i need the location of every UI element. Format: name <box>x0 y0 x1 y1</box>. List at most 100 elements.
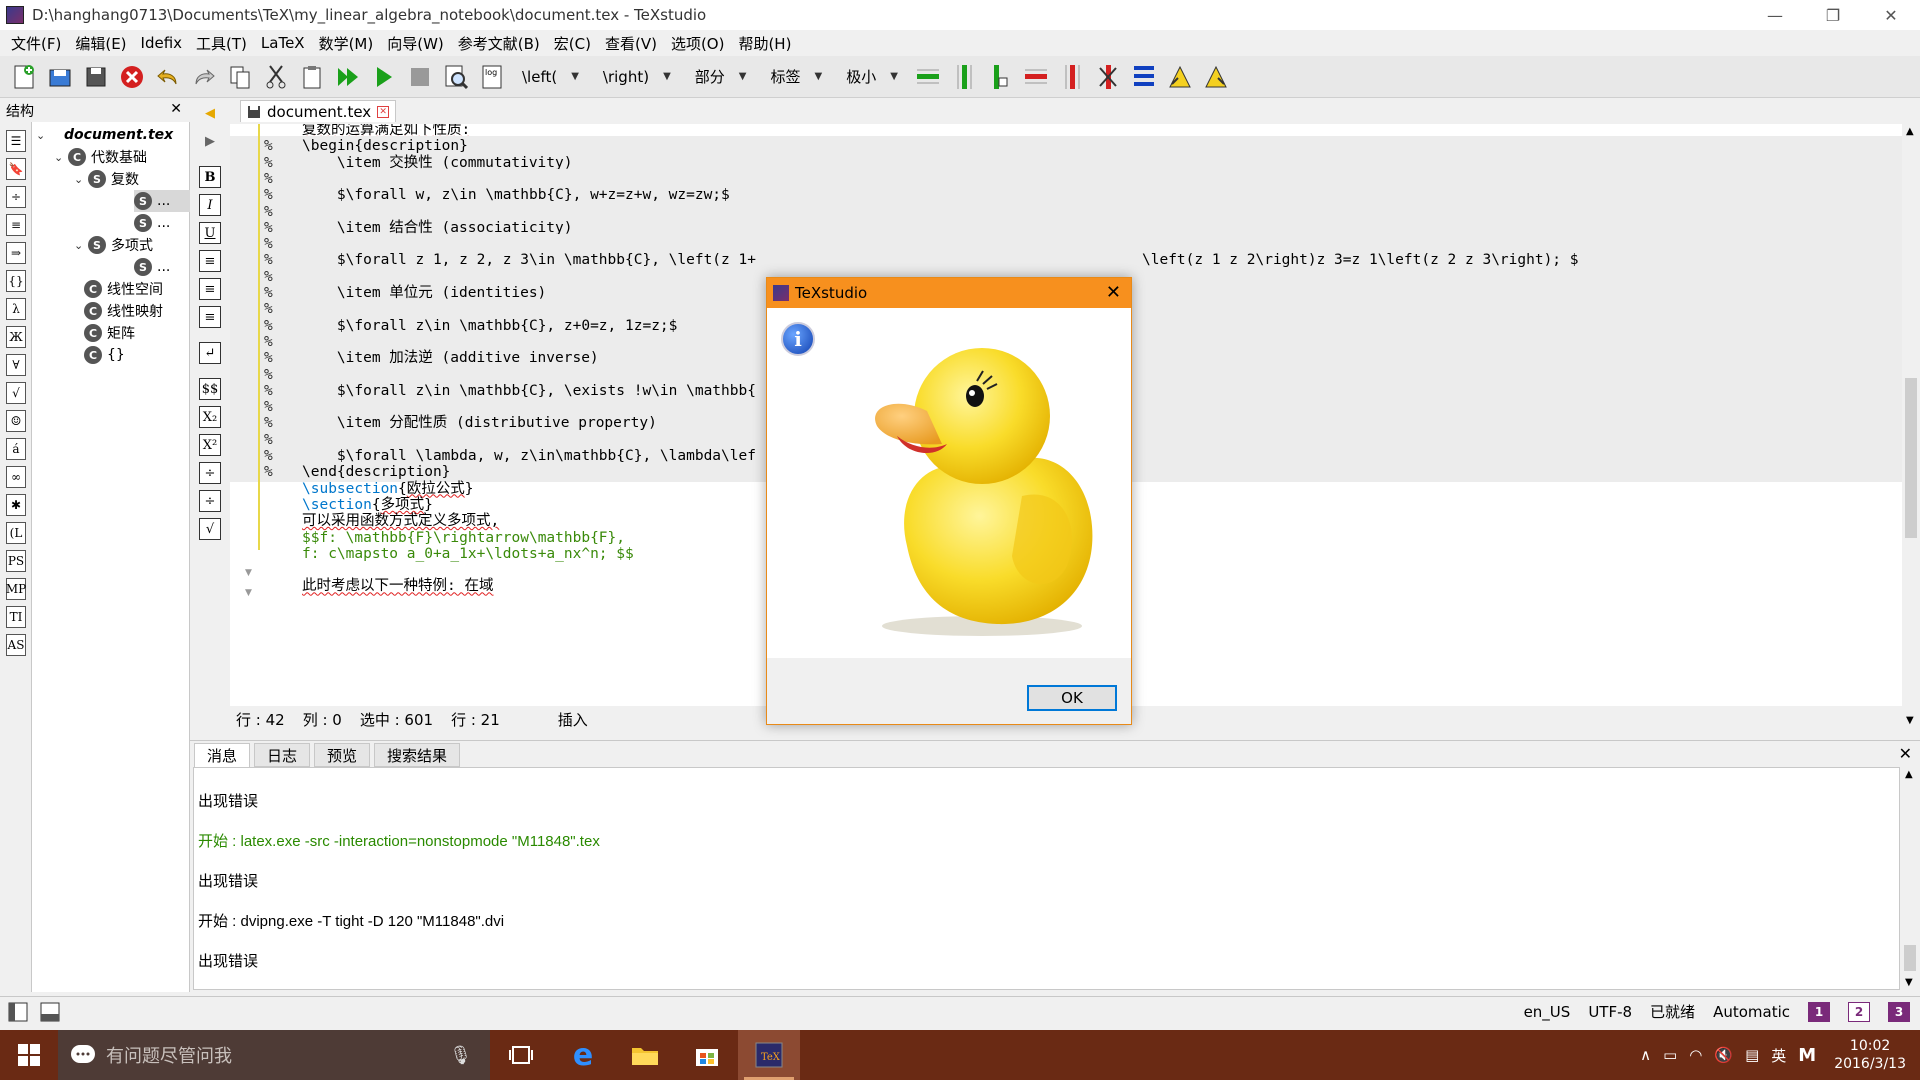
scroll-up-icon[interactable]: ▲ <box>1905 769 1913 780</box>
tree-item-subsubsection[interactable]: S... <box>134 190 190 212</box>
reference-select[interactable]: 标签 ▼ <box>760 62 832 92</box>
table-add-row-button[interactable] <box>912 61 944 93</box>
arrow-right-icon[interactable]: ▶ <box>199 130 221 152</box>
fold-triangle-icon[interactable]: ▼ <box>245 588 252 598</box>
mode-indicator[interactable]: Automatic <box>1713 1003 1790 1021</box>
bookmarks-icon[interactable]: 🔖 <box>6 158 26 180</box>
menu-file[interactable]: 文件(F) <box>4 33 68 54</box>
scroll-up-icon[interactable]: ▲ <box>1906 126 1914 137</box>
tree-item-subsubsection[interactable]: S... <box>134 256 170 278</box>
structure-view-icon[interactable]: ☰ <box>6 130 26 152</box>
ime-mode-indicator[interactable]: M <box>1798 1045 1816 1066</box>
menu-macros[interactable]: 宏(C) <box>547 33 598 54</box>
metapost-icon[interactable]: MP <box>6 578 26 600</box>
sectioning-select[interactable]: 部分 ▼ <box>685 62 757 92</box>
table-cut-column-button[interactable] <box>1092 61 1124 93</box>
wifi-icon[interactable]: ◠ <box>1689 1046 1702 1064</box>
build-view-button[interactable] <box>332 61 364 93</box>
misc-math-icon[interactable]: ∀ <box>6 354 26 376</box>
compile-button[interactable] <box>368 61 400 93</box>
accent-icon[interactable]: á <box>6 438 26 460</box>
newline-icon[interactable]: ↵ <box>199 342 221 364</box>
encoding-indicator[interactable]: UTF-8 <box>1588 1003 1632 1021</box>
maximize-button[interactable]: ❐ <box>1804 0 1862 30</box>
tree-item-subsection[interactable]: ⌄ S 复数 <box>74 168 139 190</box>
dialog-close-button[interactable]: ✕ <box>1106 282 1121 303</box>
toggle-structure-icon[interactable] <box>8 1002 28 1022</box>
table-add-column-button[interactable] <box>948 61 980 93</box>
menu-help[interactable]: 帮助(H) <box>731 33 798 54</box>
close-window-button[interactable]: ✕ <box>1862 0 1920 30</box>
microphone-icon[interactable]: 🎙 <box>449 1045 472 1066</box>
minimize-button[interactable]: — <box>1746 0 1804 30</box>
asymptote-icon[interactable]: AS <box>6 634 26 656</box>
taskbar-texstudio[interactable]: TeX <box>738 1030 800 1080</box>
menu-options[interactable]: 选项(O) <box>664 33 732 54</box>
copy-button[interactable] <box>224 61 256 93</box>
tree-item-document[interactable]: ⌄ document.tex <box>36 124 173 146</box>
menu-edit[interactable]: 编辑(E) <box>68 33 133 54</box>
scroll-down-icon[interactable]: ▼ <box>1905 977 1913 988</box>
tree-item-subsubsection[interactable]: S... <box>134 212 170 234</box>
editor-scrollbar[interactable]: ▲ ▼ <box>1902 124 1920 728</box>
scroll-down-icon[interactable]: ▼ <box>1906 715 1914 726</box>
infinity-icon[interactable]: ∞ <box>6 466 26 488</box>
cyrillic-icon[interactable]: Ж <box>6 326 26 348</box>
arrows-icon[interactable]: ⇒ <box>6 242 26 264</box>
menu-tools[interactable]: 工具(T) <box>189 33 254 54</box>
tree-item-section[interactable]: ⌄ C 代数基础 <box>54 146 147 168</box>
undo-button[interactable] <box>152 61 184 93</box>
battery-icon[interactable]: ▭ <box>1663 1046 1677 1064</box>
start-button[interactable] <box>0 1030 58 1080</box>
italic-icon[interactable]: I <box>199 194 221 216</box>
tab-preview[interactable]: 预览 <box>314 743 371 767</box>
align-right-icon[interactable]: ≡ <box>199 306 221 328</box>
table-remove-column-button[interactable] <box>1056 61 1088 93</box>
toggle-messages-icon[interactable] <box>40 1002 60 1022</box>
language-indicator[interactable]: en_US <box>1524 1003 1571 1021</box>
menu-idefix[interactable]: Idefix <box>134 34 190 52</box>
arrow-left-icon[interactable]: ◀ <box>199 102 221 124</box>
ime-indicator[interactable]: 英 <box>1771 1045 1786 1066</box>
tree-item-section[interactable]: C 矩阵 <box>84 322 135 344</box>
bookmark-2-icon[interactable]: 2 <box>1848 1001 1870 1022</box>
pstricks-icon[interactable]: PS <box>6 550 26 572</box>
tab-search-results[interactable]: 搜索结果 <box>374 743 461 767</box>
tree-item-subsection[interactable]: ⌄ S 多项式 <box>74 234 153 256</box>
table-align-button[interactable] <box>984 61 1016 93</box>
align-center-icon[interactable]: ≡ <box>199 278 221 300</box>
table-remove-row-button[interactable] <box>1020 61 1052 93</box>
stop-button[interactable] <box>404 61 436 93</box>
menu-view[interactable]: 查看(V) <box>598 33 664 54</box>
misc-text-icon[interactable]: √ <box>6 382 26 404</box>
tikz-icon[interactable]: TI <box>6 606 26 628</box>
smiley-icon[interactable]: ☺ <box>6 410 26 432</box>
sqrt-icon[interactable]: √ <box>199 518 221 540</box>
operators-icon[interactable]: ÷ <box>6 186 26 208</box>
close-file-button[interactable] <box>116 61 148 93</box>
view-log-button[interactable]: log <box>476 61 508 93</box>
messages-scrollbar[interactable]: ▲ ▼ <box>1900 767 1920 990</box>
taskbar-explorer[interactable] <box>614 1030 676 1080</box>
ok-button[interactable]: OK <box>1027 685 1117 711</box>
superscript-icon[interactable]: X² <box>199 434 221 456</box>
scrollbar-thumb[interactable] <box>1905 378 1917 538</box>
bookmark-3-icon[interactable]: 3 <box>1888 1001 1910 1022</box>
taskbar-edge[interactable]: e <box>552 1030 614 1080</box>
display-math-icon[interactable]: $$ <box>199 378 221 400</box>
tree-item-section[interactable]: C 线性映射 <box>84 300 163 322</box>
tree-item-section[interactable]: C 线性空间 <box>84 278 163 300</box>
menu-wizards[interactable]: 向导(W) <box>380 33 451 54</box>
paste-button[interactable] <box>296 61 328 93</box>
tab-document[interactable]: document.tex ✕ <box>240 100 397 122</box>
menu-math[interactable]: 数学(M) <box>312 33 381 54</box>
close-messages-button[interactable]: ✕ <box>1899 744 1912 763</box>
clock[interactable]: 10:02 2016/3/13 <box>1834 1037 1906 1073</box>
fold-triangle-icon[interactable]: ▼ <box>245 568 252 578</box>
tree-item-section[interactable]: C{} <box>84 344 125 366</box>
view-button[interactable] <box>440 61 472 93</box>
dfrac-icon[interactable]: ÷ <box>199 490 221 512</box>
subscript-icon[interactable]: X₂ <box>199 406 221 428</box>
bookmark-1-icon[interactable]: 1 <box>1808 1001 1830 1022</box>
left-right-icon[interactable]: (L <box>6 522 26 544</box>
